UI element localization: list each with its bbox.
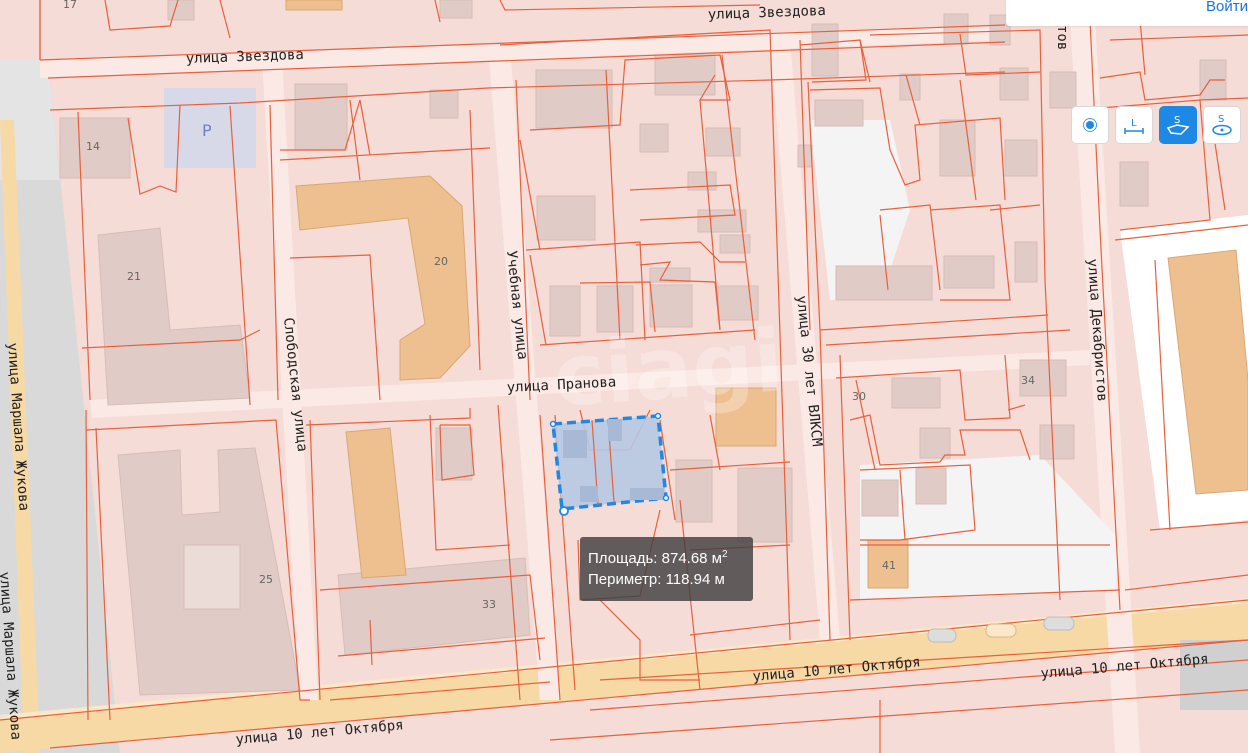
house-number: 14 [86, 140, 100, 153]
house-number: 30 [852, 390, 866, 403]
length-measure-button[interactable]: L [1115, 106, 1153, 144]
measurement-tooltip: Площадь: 874.68 м2 Периметр: 118.94 м [580, 537, 753, 601]
house-number: 20 [434, 255, 448, 268]
perimeter-value: 118.94 м [665, 571, 725, 588]
parking-label: P [202, 121, 212, 140]
perimeter-line: Периметр: 118.94 м [588, 569, 753, 590]
house-number: 25 [259, 573, 273, 586]
length-measure-icon: L [1124, 118, 1144, 134]
street-label-fragment: тов [1054, 25, 1070, 50]
area-label: Площадь: [588, 550, 658, 567]
header-bar: Войти [1006, 0, 1248, 26]
login-link[interactable]: Войти [1206, 0, 1248, 15]
area-value: 874.68 м [661, 550, 722, 567]
area-unit-exponent: 2 [722, 549, 728, 560]
svg-text:S: S [1218, 114, 1224, 125]
house-number: 33 [482, 598, 496, 611]
house-number: 41 [882, 559, 896, 572]
house-number: 34 [1021, 374, 1035, 387]
perimeter-label: Периметр: [588, 571, 662, 588]
house-number: 17 [63, 0, 77, 11]
measure-vertex-handle[interactable] [559, 506, 569, 516]
circle-area-measure-icon: S [1212, 114, 1232, 136]
measure-toolbar: L S S [1071, 106, 1241, 144]
point-measure-icon [1083, 118, 1097, 132]
circle-area-measure-button[interactable]: S [1203, 106, 1241, 144]
area-line: Площадь: 874.68 м2 [588, 548, 753, 569]
cadastral-map[interactable]: P ciagi 17 14 21 20 25 33 30 34 41 улица… [0, 0, 1248, 753]
area-measure-button[interactable]: S [1159, 106, 1197, 144]
svg-text:L: L [1131, 118, 1137, 129]
area-measure-icon: S [1166, 115, 1190, 135]
house-number: 21 [127, 270, 141, 283]
point-measure-button[interactable] [1071, 106, 1109, 144]
svg-text:ciagi: ciagi [550, 311, 786, 427]
